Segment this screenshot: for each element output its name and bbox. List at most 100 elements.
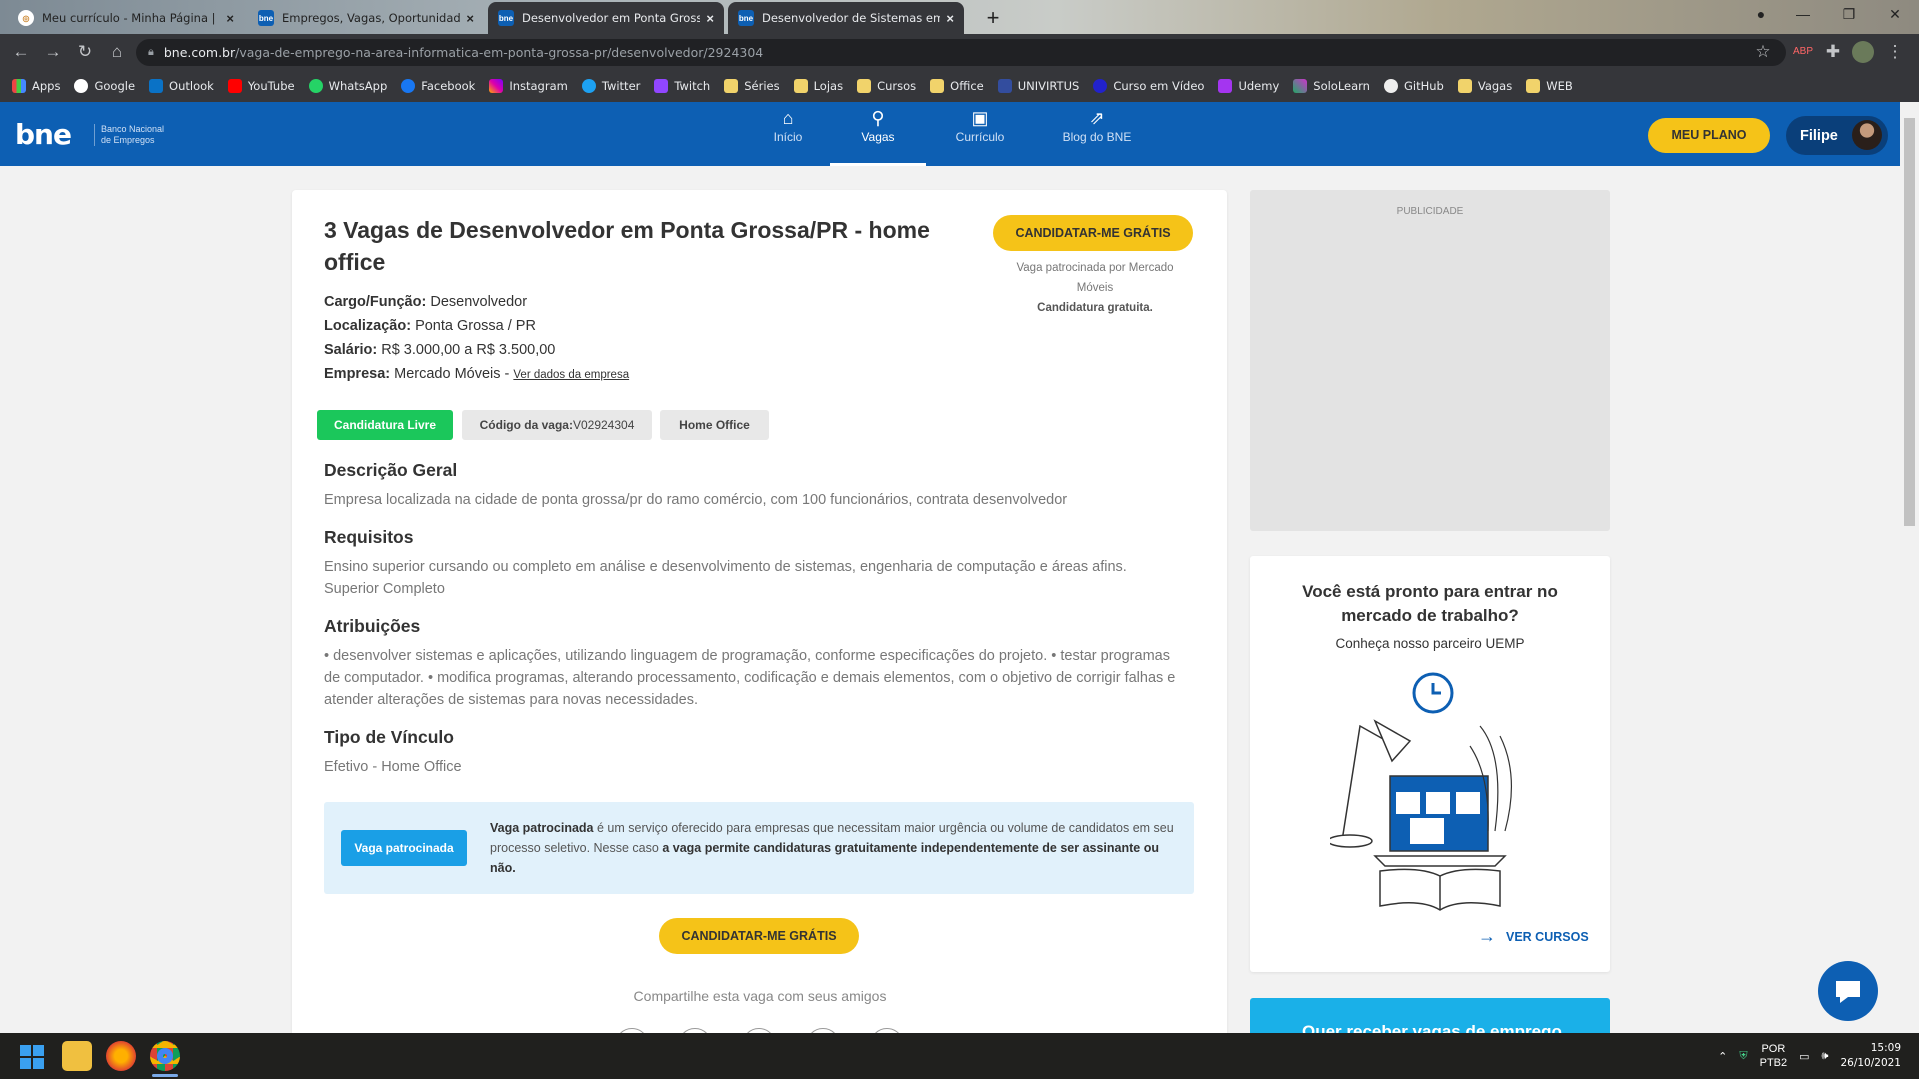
- new-tab-button[interactable]: +: [980, 5, 1006, 31]
- twitch-icon: [654, 79, 669, 93]
- clock[interactable]: 15:09 26/10/2021: [1840, 1041, 1901, 1071]
- bookmark-label: Outlook: [169, 79, 214, 93]
- tab-close-icon[interactable]: ×: [466, 11, 474, 26]
- job-title: 3 Vagas de Desenvolvedor em Ponta Grossa…: [324, 217, 930, 275]
- nav-inicio[interactable]: ⌂ Início: [762, 106, 814, 166]
- bne-icon: bne: [258, 10, 274, 26]
- folder-icon: [1526, 79, 1541, 93]
- folder-icon: [857, 79, 872, 93]
- bookmark-item[interactable]: Twitch: [654, 79, 710, 93]
- speaker-icon[interactable]: 🕪︎: [1822, 1050, 1829, 1063]
- extensions-icon[interactable]: ✚: [1822, 41, 1844, 63]
- menu-kebab-icon[interactable]: ⋮: [1884, 41, 1906, 63]
- bookmark-item[interactable]: Instagram: [489, 79, 568, 93]
- browser-tab-active[interactable]: bne Desenvolvedor em Ponta Grossa ×: [488, 2, 724, 34]
- github-icon: [1383, 79, 1398, 93]
- share-label: Compartilhe esta vaga com seus amigos: [633, 988, 887, 1004]
- bookmark-label: SoloLearn: [1313, 79, 1370, 93]
- bookmark-item[interactable]: Facebook: [401, 79, 475, 93]
- bookmark-label: GitHub: [1403, 79, 1444, 93]
- file-explorer-icon[interactable]: [62, 1041, 92, 1071]
- folder-icon: [793, 79, 808, 93]
- profile-menu-icon[interactable]: ●: [1738, 0, 1784, 30]
- bookmark-item[interactable]: UNIVIRTUS: [997, 79, 1080, 93]
- google-icon: [74, 79, 89, 93]
- tab-title: Empregos, Vagas, Oportunidades: [282, 11, 461, 25]
- chrome-icon[interactable]: [150, 1041, 180, 1071]
- bookmark-folder[interactable]: Lojas: [793, 79, 843, 93]
- bookmark-item[interactable]: SoloLearn: [1293, 79, 1370, 93]
- clock-time: 15:09: [1870, 1042, 1901, 1054]
- udemy-icon: [1218, 79, 1233, 93]
- apply-button[interactable]: CANDIDATAR-ME GRÁTIS: [993, 215, 1193, 251]
- firefox-icon[interactable]: [106, 1041, 136, 1071]
- shield-icon[interactable]: ⛨: [1739, 1050, 1747, 1063]
- tab-close-icon[interactable]: ×: [706, 11, 714, 26]
- bookmark-item[interactable]: Google: [74, 79, 135, 93]
- field-label: Salário:: [324, 342, 378, 358]
- nav-curriculo[interactable]: ▣ Currículo: [946, 106, 1014, 166]
- bookmark-item[interactable]: Udemy: [1218, 79, 1279, 93]
- nav-label: Currículo: [955, 130, 1005, 144]
- bookmark-item[interactable]: Curso em Vídeo: [1093, 79, 1204, 93]
- field-label: Cargo/Função:: [324, 294, 427, 310]
- lang-line: PTB2: [1759, 1057, 1788, 1069]
- restore-icon[interactable]: ❐: [1826, 0, 1872, 30]
- nav-vagas[interactable]: ⚲ Vagas: [830, 106, 926, 166]
- address-bar[interactable]: 🔒︎ bne.com.br/vaga-de-emprego-na-area-in…: [136, 39, 1786, 66]
- profile-avatar-icon[interactable]: [1852, 41, 1874, 63]
- active-app-indicator: [152, 1074, 178, 1077]
- bookmark-label: Google: [94, 79, 136, 93]
- bookmark-item[interactable]: GitHub: [1383, 79, 1444, 93]
- nav-blog[interactable]: ⇗ Blog do BNE: [1054, 106, 1140, 166]
- close-window-icon[interactable]: ✕: [1872, 0, 1918, 30]
- bookmark-label: UNIVIRTUS: [1017, 79, 1080, 93]
- bookmark-item[interactable]: YouTube: [227, 79, 295, 93]
- extension-abp-icon[interactable]: ABP: [1792, 41, 1814, 63]
- scrollbar-thumb[interactable]: [1904, 118, 1915, 526]
- bookmark-item[interactable]: Twitter: [581, 79, 640, 93]
- bookmark-folder[interactable]: Séries: [724, 79, 780, 93]
- promo-subtitle: Conheça nosso parceiro UEMP: [1335, 636, 1525, 651]
- bookmark-item[interactable]: Outlook: [149, 79, 214, 93]
- chat-button[interactable]: [1818, 961, 1878, 1021]
- monitor-icon[interactable]: ▭: [1799, 1050, 1809, 1063]
- bookmark-item[interactable]: Apps: [12, 79, 60, 93]
- bookmark-label: Udemy: [1238, 79, 1280, 93]
- windows-start-icon[interactable]: [20, 1045, 44, 1069]
- avatar[interactable]: [1852, 120, 1882, 150]
- bookmark-label: Séries: [744, 79, 780, 93]
- bookmark-folder[interactable]: Vagas: [1457, 79, 1512, 93]
- language-indicator[interactable]: POR PTB2: [1760, 1042, 1788, 1070]
- home-icon[interactable]: ⌂: [106, 41, 128, 63]
- facebook-icon: [401, 79, 416, 93]
- ver-cursos-link[interactable]: → VER CURSOS: [1478, 926, 1589, 947]
- bne-logo[interactable]: bne: [15, 118, 72, 151]
- minimize-icon[interactable]: —: [1780, 0, 1826, 30]
- bookmark-label: Office: [950, 79, 984, 93]
- company-data-link[interactable]: Ver dados da empresa: [513, 369, 629, 381]
- bookmark-star-icon[interactable]: ☆: [1752, 41, 1774, 63]
- back-icon[interactable]: ←: [10, 41, 32, 63]
- apply-button-bottom[interactable]: CANDIDATAR-ME GRÁTIS: [659, 918, 859, 954]
- bookmark-label: Instagram: [509, 79, 568, 93]
- bookmark-folder[interactable]: WEB: [1526, 79, 1573, 93]
- tab-close-icon[interactable]: ×: [946, 11, 954, 26]
- section-title: Atribuições: [324, 616, 421, 636]
- browser-tab[interactable]: bne Desenvolvedor de Sistemas em P ×: [728, 2, 964, 34]
- browser-tab[interactable]: ◎ Meu currículo - Minha Página | E ×: [8, 2, 244, 34]
- bookmark-folder[interactable]: Cursos: [857, 79, 916, 93]
- external-link-icon: ⇗: [1089, 108, 1105, 128]
- bookmark-label: Cursos: [877, 79, 917, 93]
- tab-close-icon[interactable]: ×: [226, 11, 234, 26]
- bookmark-label: Twitch: [674, 79, 711, 93]
- forward-icon[interactable]: →: [42, 41, 64, 63]
- job-localizacao: Localização: Ponta Grossa / PR: [324, 318, 536, 334]
- meu-plano-button[interactable]: MEU PLANO: [1648, 118, 1770, 153]
- browser-tab[interactable]: bne Empregos, Vagas, Oportunidades ×: [248, 2, 484, 34]
- reload-icon[interactable]: ↻: [74, 41, 96, 63]
- bookmark-label: YouTube: [247, 79, 295, 93]
- bookmark-folder[interactable]: Office: [930, 79, 984, 93]
- bookmark-item[interactable]: WhatsApp: [308, 79, 387, 93]
- chevron-up-icon[interactable]: ⌃: [1718, 1050, 1727, 1063]
